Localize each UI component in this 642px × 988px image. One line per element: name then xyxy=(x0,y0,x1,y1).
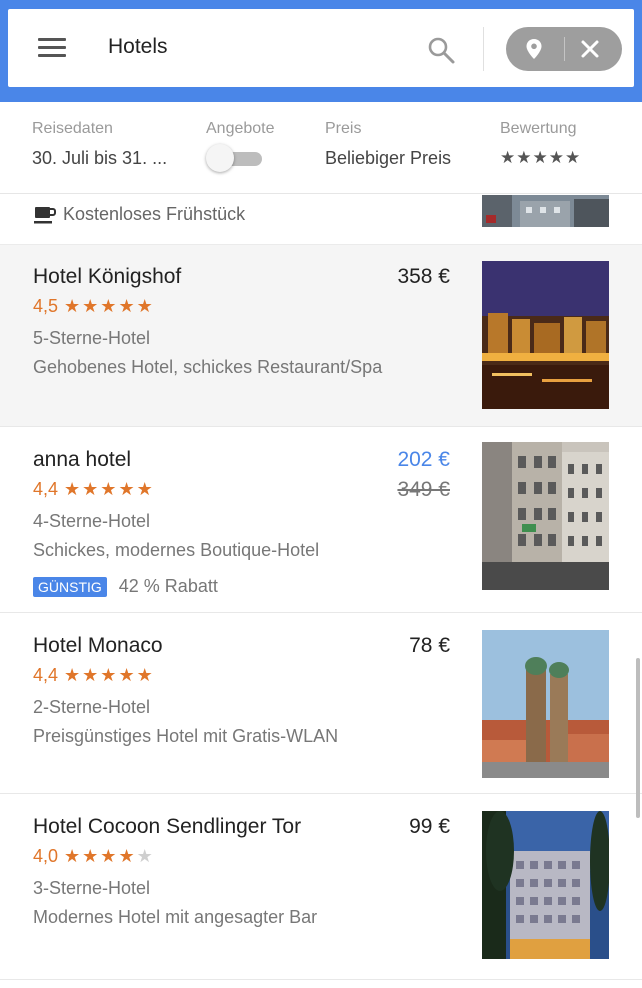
hotel-rating: 4,5 ★★★★★ xyxy=(33,296,155,317)
rating-value: 4,4 xyxy=(33,665,59,685)
search-box[interactable]: Hotels xyxy=(8,9,634,87)
divider xyxy=(483,27,484,71)
rating-star-empty: ★ xyxy=(136,846,155,866)
deals-toggle[interactable] xyxy=(206,144,262,172)
hotel-price: 78 € xyxy=(409,634,450,657)
filter-rating[interactable]: Bewertung ★★★★★ xyxy=(500,120,581,168)
filter-value: 30. Juli bis 31. ... xyxy=(32,148,168,168)
hotel-photo xyxy=(482,195,609,227)
hotel-name: Hotel Monaco xyxy=(33,634,163,657)
rating-value: 4,0 xyxy=(33,846,59,866)
hotel-class: 2-Sterne-Hotel xyxy=(33,697,151,717)
filter-value: Beliebiger Preis xyxy=(325,148,452,168)
coffee-cup-icon xyxy=(34,207,56,224)
hotel-card-anna[interactable]: anna hotel 202 € 349 € 4,4 ★★★★★ 4-Sterne… xyxy=(0,428,642,613)
discount-label: 42 % Rabatt xyxy=(118,576,218,596)
filter-deals: Angebote xyxy=(206,120,275,172)
filter-label: Bewertung xyxy=(500,120,577,137)
menu-icon[interactable] xyxy=(38,35,74,61)
hotel-description: Modernes Hotel mit angesagter Bar xyxy=(33,907,318,927)
hotel-old-price: 349 € xyxy=(397,478,450,501)
list-item-partial[interactable]: Kostenloses Frühstück xyxy=(0,195,642,245)
hotel-price: 202 € xyxy=(397,448,450,471)
filter-travel-dates[interactable]: Reisedaten 30. Juli bis 31. ... xyxy=(32,120,167,169)
deal-badge: GÜNSTIG xyxy=(33,576,107,597)
scrollbar[interactable] xyxy=(636,658,640,818)
filter-label: Preis xyxy=(325,120,362,137)
pill-divider xyxy=(564,37,565,61)
rating-stars: ★★★★★ xyxy=(64,479,155,499)
hotel-price: 99 € xyxy=(409,815,450,838)
hotel-photo xyxy=(482,442,609,590)
hotel-rating: 4,4 ★★★★★ xyxy=(33,665,155,686)
location-pin-icon[interactable] xyxy=(522,37,546,61)
hotel-card-koenigshof[interactable]: Hotel Königshof 358 € 4,5 ★★★★★ 5-Sterne-… xyxy=(0,245,642,427)
filter-label: Angebote xyxy=(206,120,275,137)
filter-bar: Reisedaten 30. Juli bis 31. ... Angebote… xyxy=(0,102,642,194)
amenity-label: Kostenloses Frühstück xyxy=(63,204,246,224)
hotel-description: Preisgünstiges Hotel mit Gratis-WLAN xyxy=(33,726,339,746)
rating-stars: ★★★★★ xyxy=(64,296,155,316)
rating-value: 4,4 xyxy=(33,479,59,499)
hotel-rating: 4,4 ★★★★★ xyxy=(33,479,155,500)
hotel-description: Gehobenes Hotel, schickes Restaurant/Spa xyxy=(33,357,383,377)
deal-row: GÜNSTIG 42 % Rabatt xyxy=(33,576,218,598)
close-icon[interactable] xyxy=(578,37,602,61)
hotel-price: 358 € xyxy=(397,265,450,288)
rating-stars: ★★★★ xyxy=(64,846,137,866)
search-icon[interactable] xyxy=(426,35,456,65)
hotel-class: 4-Sterne-Hotel xyxy=(33,511,151,531)
hotel-name: Hotel Königshof xyxy=(33,265,182,288)
hotel-photo xyxy=(482,630,609,778)
hotel-description: Schickes, modernes Boutique-Hotel xyxy=(33,540,320,560)
rating-value: 4,5 xyxy=(33,296,59,316)
hotel-name: anna hotel xyxy=(33,448,132,471)
hotel-class: 5-Sterne-Hotel xyxy=(33,328,151,348)
hotel-name: Hotel Cocoon Sendlinger Tor xyxy=(33,815,302,838)
top-app-bar: Hotels xyxy=(0,0,642,102)
search-query[interactable]: Hotels xyxy=(108,35,168,59)
rating-stars: ★★★★★ xyxy=(64,665,155,685)
filter-price[interactable]: Preis Beliebiger Preis xyxy=(325,120,451,169)
location-filter-pill xyxy=(506,27,622,71)
hotel-card-monaco[interactable]: Hotel Monaco 78 € 4,4 ★★★★★ 2-Sterne-Hote… xyxy=(0,614,642,794)
hotel-photo xyxy=(482,811,609,959)
hotel-class: 3-Sterne-Hotel xyxy=(33,878,151,898)
filter-label: Reisedaten xyxy=(32,120,113,137)
hotel-photo xyxy=(482,261,609,409)
rating-stars: ★★★★★ xyxy=(500,148,582,167)
hotel-card-cocoon[interactable]: Hotel Cocoon Sendlinger Tor 99 € 4,0 ★★★★… xyxy=(0,795,642,980)
hotel-rating: 4,0 ★★★★★ xyxy=(33,846,155,867)
